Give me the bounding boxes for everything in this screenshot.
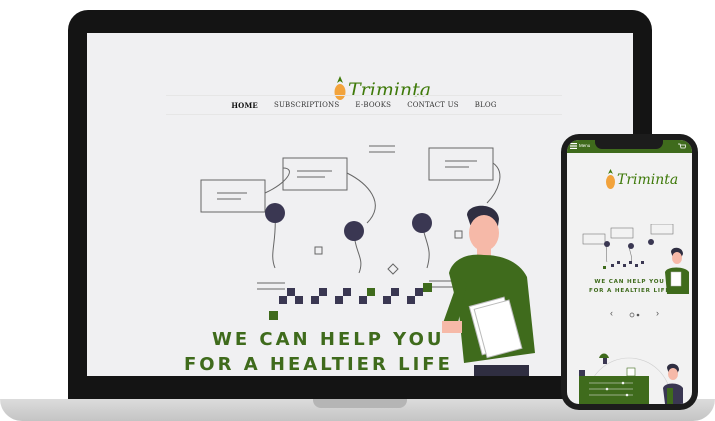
mobile-logo-text: Triminta <box>617 172 679 188</box>
main-nav: HOME SUBSCRIPTIONS E-BOOKS CONTACT US BL… <box>166 95 562 115</box>
phone-screen: Menu Triminta WE CAN HELP YOU FOR A HEAL… <box>567 140 692 404</box>
mobile-bottom-illustration <box>579 353 683 404</box>
laptop-notch <box>313 399 407 408</box>
cart-icon[interactable] <box>678 143 686 150</box>
person-illustration <box>442 205 535 376</box>
carousel-next-arrow[interactable]: › <box>656 308 659 318</box>
hamburger-menu-icon[interactable] <box>570 143 577 149</box>
phone-notch <box>595 140 663 149</box>
hero-headline-line2: FOR A HEALTIER LIFE <box>184 354 453 375</box>
hero-headline-line1: WE CAN HELP YOU <box>212 329 445 350</box>
nav-blog[interactable]: BLOG <box>475 101 497 109</box>
carousel-dots[interactable] <box>629 312 641 318</box>
nav-subscriptions[interactable]: SUBSCRIPTIONS <box>274 101 339 109</box>
laptop-screen: Triminta HOME SUBSCRIPTIONS E-BOOKS CONT… <box>87 33 633 376</box>
mobile-hero-line2: FOR A HEALTIER LIFE <box>588 288 671 294</box>
nav-home[interactable]: HOME <box>231 101 258 110</box>
mobile-logo[interactable]: Triminta <box>605 168 679 194</box>
carousel-prev-arrow[interactable]: ‹ <box>610 308 613 318</box>
menu-label[interactable]: Menu <box>579 143 590 148</box>
mobile-hero-line1: WE CAN HELP YOU <box>594 279 665 285</box>
nav-contact-us[interactable]: CONTACT US <box>407 101 459 109</box>
pineapple-icon <box>606 169 615 189</box>
nav-ebooks[interactable]: E-BOOKS <box>355 101 391 109</box>
